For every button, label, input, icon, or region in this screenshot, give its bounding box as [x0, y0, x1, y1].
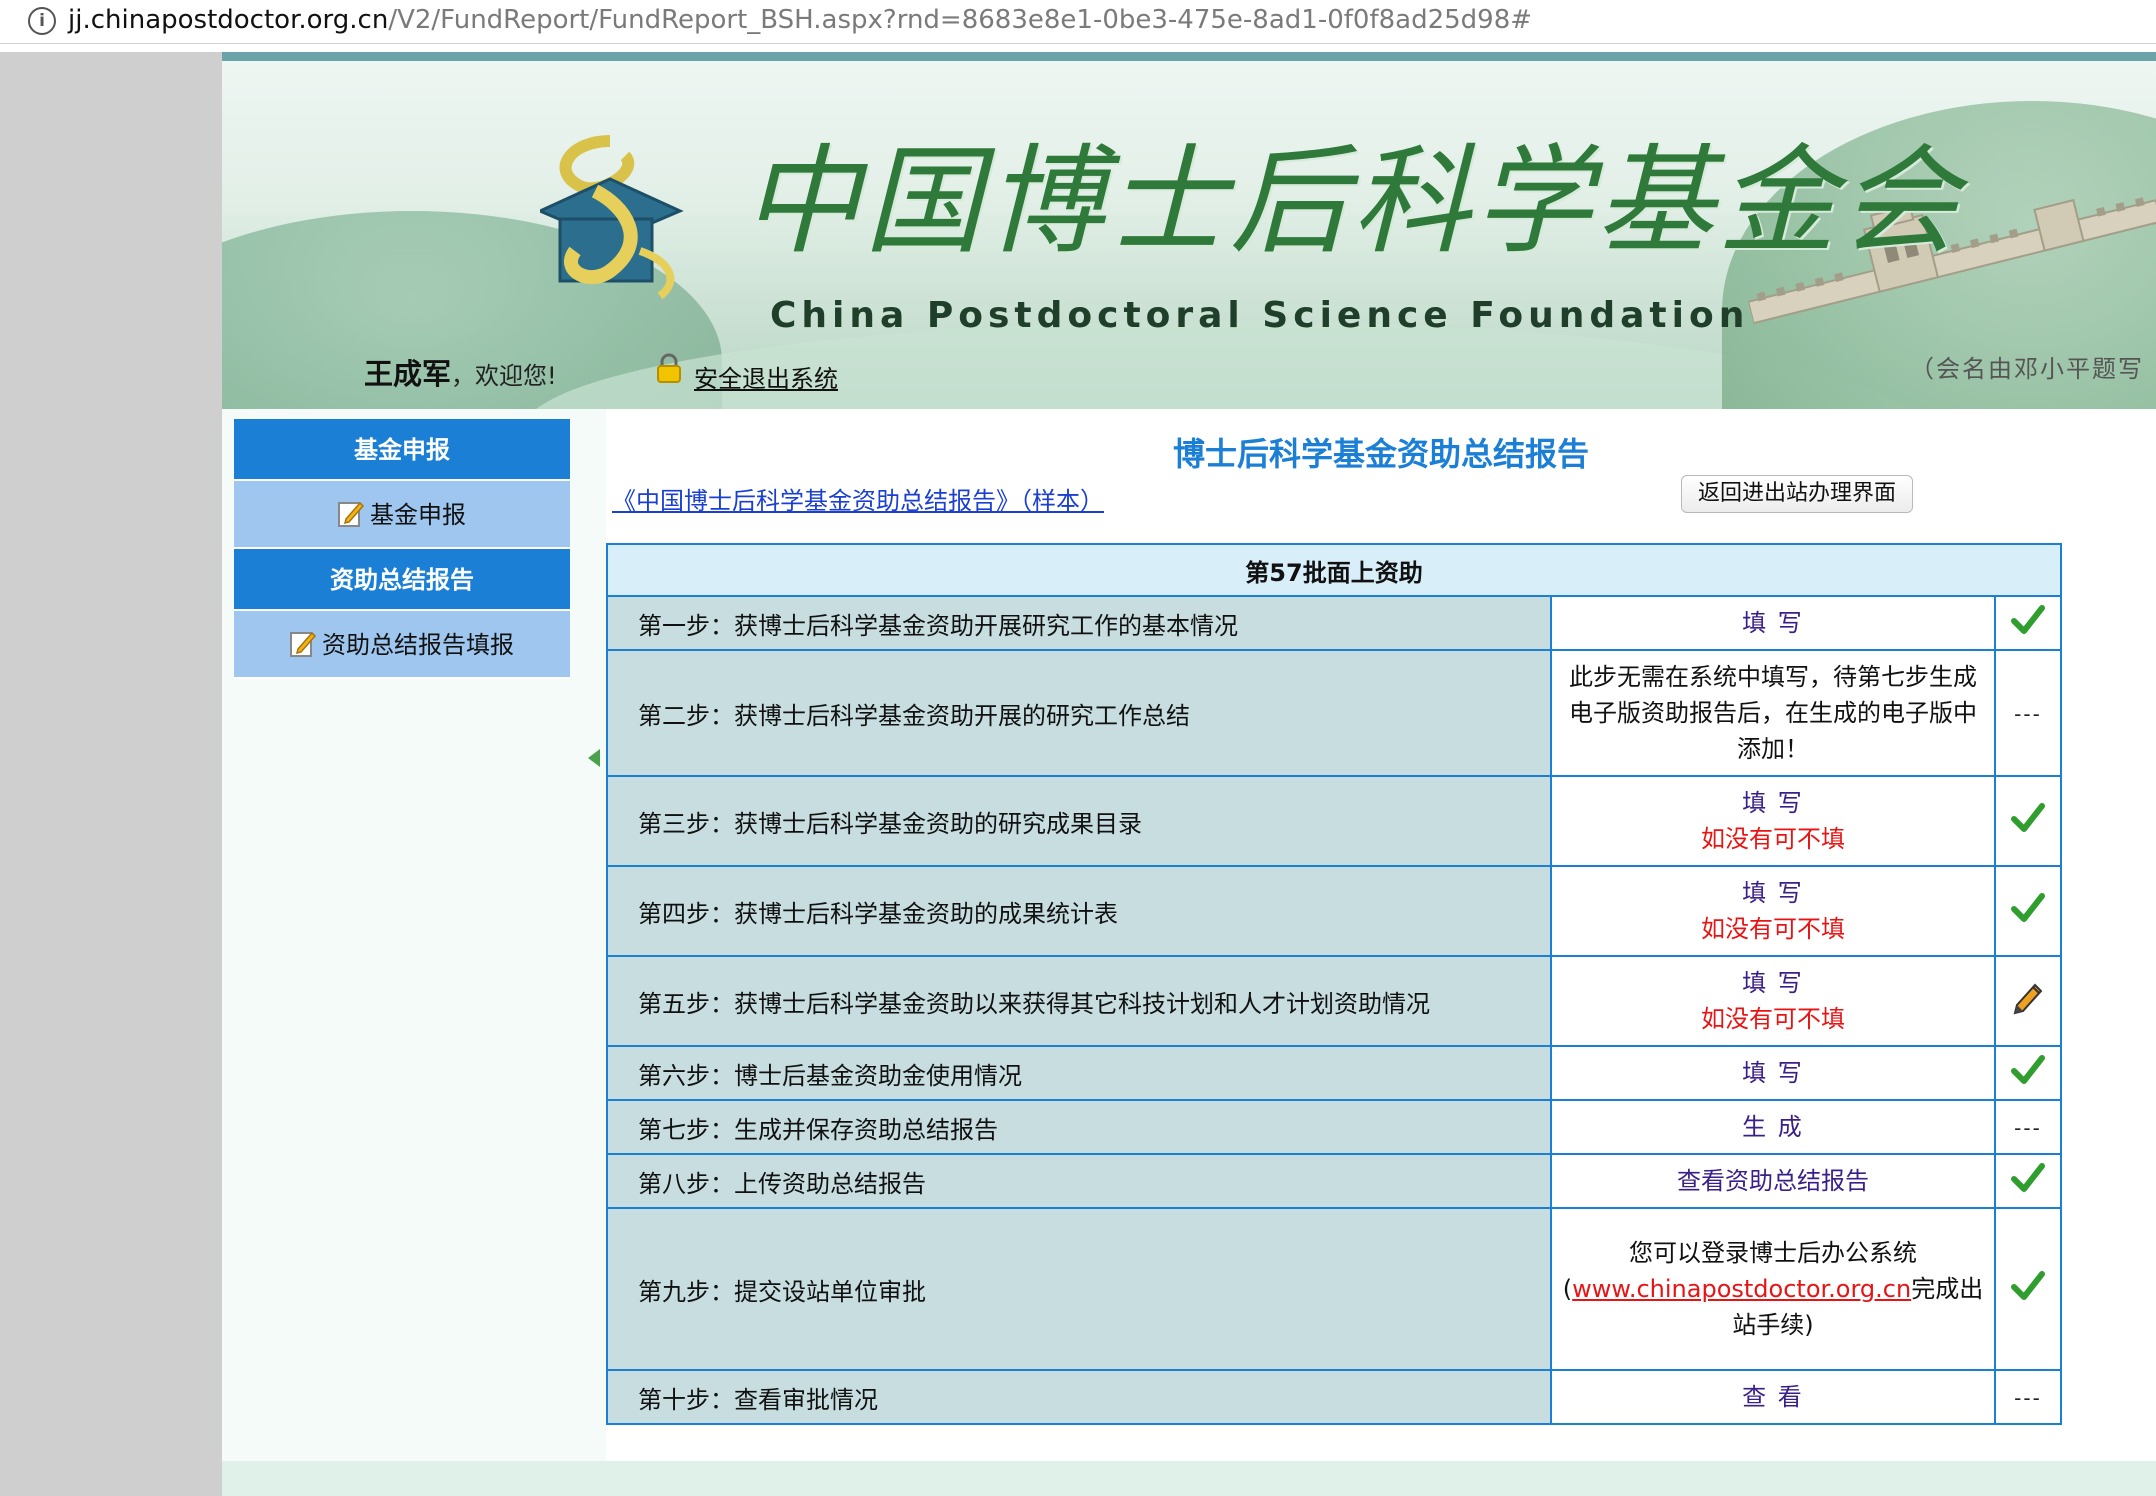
- welcome-text: ，欢迎您!: [451, 362, 557, 390]
- check-icon: [2011, 605, 2045, 634]
- step-description: 第四步：获博士后科学基金资助的成果统计表: [606, 865, 1552, 957]
- fill-link[interactable]: 填 写: [1742, 879, 1804, 907]
- table-row: 第二步：获博士后科学基金资助开展的研究工作总结 此步无需在系统中填写，待第七步生…: [606, 649, 2063, 777]
- user-name: 王成军: [364, 357, 452, 391]
- status-cell: ---: [1993, 1369, 2063, 1425]
- table-header-row: 第57批面上资助: [605, 543, 2063, 597]
- sidebar-collapse-icon[interactable]: [588, 749, 600, 767]
- check-icon: [2011, 1271, 2045, 1300]
- step-description: 第八步：上传资助总结报告: [606, 1153, 1552, 1209]
- sidebar-header-fund-application[interactable]: 基金申报: [234, 419, 570, 481]
- optional-note: 如没有可不填: [1701, 825, 1845, 853]
- welcome-message: 王成军，欢迎您!: [364, 351, 557, 393]
- footer-bar: [222, 1461, 2156, 1496]
- status-cell: ---: [1993, 1099, 2063, 1155]
- status-dash: ---: [2014, 1116, 2042, 1140]
- main-content: 博士后科学基金资助总结报告 《中国博士后科学基金资助总结报告》（样本） 返回进出…: [605, 409, 2156, 1461]
- status-cell: [1993, 955, 2063, 1047]
- sidebar-item-label: 资助总结报告填报: [322, 631, 514, 659]
- sidebar-item-summary-report-fill[interactable]: 资助总结报告填报: [234, 611, 570, 679]
- banner-title-chinese: 中国博士后科学基金会: [742, 132, 1963, 270]
- table-row: 第五步：获博士后科学基金资助以来获得其它科技计划和人才计划资助情况 填 写如没有…: [606, 955, 2063, 1047]
- page-top-strip: [0, 52, 2156, 61]
- postdoc-office-link[interactable]: www.chinapostdoctor.org.cn: [1572, 1275, 1911, 1303]
- edit-note-icon: [290, 631, 316, 657]
- steps-table: 第57批面上资助 第一步：获博士后科学基金资助开展研究工作的基本情况 填 写 第…: [605, 543, 2063, 1425]
- sidebar-header-summary-report[interactable]: 资助总结报告: [234, 549, 570, 611]
- banner-title-english: China Postdoctoral Science Foundation: [770, 295, 1750, 336]
- status-cell: ---: [1993, 649, 2063, 777]
- sample-report-link[interactable]: 《中国博士后科学基金资助总结报告》（样本）: [612, 481, 1104, 516]
- step-description: 第九步：提交设站单位审批: [606, 1207, 1552, 1371]
- step-description: 第十步：查看审批情况: [606, 1369, 1552, 1425]
- fill-link[interactable]: 填 写: [1742, 1059, 1804, 1087]
- sidebar-item-fund-application[interactable]: 基金申报: [234, 481, 570, 549]
- optional-note: 如没有可不填: [1701, 1005, 1845, 1033]
- status-cell: [1993, 595, 2063, 651]
- generate-link[interactable]: 生 成: [1742, 1113, 1804, 1141]
- step-note-paren: (: [1562, 1275, 1573, 1303]
- sidebar-item-label: 基金申报: [370, 501, 466, 529]
- view-report-link[interactable]: 查看资助总结报告: [1677, 1167, 1869, 1195]
- status-cell: [1993, 1207, 2063, 1371]
- check-icon: [2011, 1055, 2045, 1084]
- status-dash: ---: [2014, 702, 2042, 726]
- edit-note-icon: [338, 501, 364, 527]
- step-description: 第一步：获博士后科学基金资助开展研究工作的基本情况: [606, 595, 1552, 651]
- url-host: jj.chinapostdoctor.org.cn: [68, 5, 389, 35]
- logout-link[interactable]: 安全退出系统: [694, 359, 838, 394]
- step-description: 第七步：生成并保存资助总结报告: [606, 1099, 1552, 1155]
- status-dash: ---: [2014, 1386, 2042, 1410]
- step-note: 您可以登录博士后办公系统: [1629, 1239, 1917, 1267]
- step-note: 此步无需在系统中填写，待第七步生成电子版资助报告后，在生成的电子版中添加！: [1550, 649, 1996, 777]
- table-row: 第十步：查看审批情况 查 看 ---: [606, 1369, 2063, 1425]
- table-row: 第七步：生成并保存资助总结报告 生 成 ---: [606, 1099, 2063, 1155]
- status-cell: [1993, 775, 2063, 867]
- sidebar: 基金申报 基金申报 资助总结报告 资助总结报告填报: [234, 419, 570, 679]
- page-title: 博士后科学基金资助总结报告: [1172, 435, 1589, 473]
- status-cell: [1993, 1045, 2063, 1101]
- status-cell: [1993, 1153, 2063, 1209]
- check-icon: [2011, 893, 2045, 922]
- step-description: 第三步：获博士后科学基金资助的研究成果目录: [606, 775, 1552, 867]
- table-row: 第一步：获博士后科学基金资助开展研究工作的基本情况 填 写: [606, 595, 2063, 651]
- url-text[interactable]: jj.chinapostdoctor.org.cn/V2/FundReport/…: [68, 5, 1532, 35]
- step-description: 第五步：获博士后科学基金资助以来获得其它科技计划和人才计划资助情况: [606, 955, 1552, 1047]
- check-icon: [2011, 1163, 2045, 1192]
- optional-note: 如没有可不填: [1701, 915, 1845, 943]
- address-bar[interactable]: i jj.chinapostdoctor.org.cn/V2/FundRepor…: [0, 0, 2156, 44]
- foundation-logo-icon: [540, 135, 684, 300]
- status-cell: [1993, 865, 2063, 957]
- step-description: 第六步：博士后基金资助金使用情况: [606, 1045, 1552, 1101]
- banner-calligraphy-note: （会名由邓小平题写: [1910, 355, 2144, 383]
- table-row: 第八步：上传资助总结报告 查看资助总结报告: [606, 1153, 2063, 1209]
- url-path: /V2/FundReport/FundReport_BSH.aspx?rnd=8…: [388, 5, 1533, 35]
- fill-link[interactable]: 填 写: [1742, 969, 1804, 997]
- table-row: 第四步：获博士后科学基金资助的成果统计表 填 写如没有可不填: [606, 865, 2063, 957]
- pencil-icon: [2013, 983, 2043, 1015]
- left-margin: [0, 52, 222, 1496]
- lock-icon: [657, 353, 681, 383]
- page: 中国博士后科学基金会 China Postdoctoral Science Fo…: [222, 61, 2156, 1496]
- fill-link[interactable]: 填 写: [1742, 609, 1804, 637]
- check-icon: [2011, 803, 2045, 832]
- table-row: 第六步：博士后基金资助金使用情况 填 写: [606, 1045, 2063, 1101]
- batch-header: 第57批面上资助: [605, 543, 2063, 597]
- table-row: 第三步：获博士后科学基金资助的研究成果目录 填 写如没有可不填: [606, 775, 2063, 867]
- banner: 中国博士后科学基金会 China Postdoctoral Science Fo…: [222, 61, 2156, 409]
- step-description: 第二步：获博士后科学基金资助开展的研究工作总结: [606, 649, 1552, 777]
- back-to-station-button[interactable]: 返回进出站办理界面: [1681, 475, 1913, 513]
- table-row: 第九步：提交设站单位审批 您可以登录博士后办公系统 (www.chinapostd…: [606, 1207, 2063, 1371]
- info-icon[interactable]: i: [28, 7, 56, 35]
- view-link[interactable]: 查 看: [1742, 1383, 1804, 1411]
- fill-link[interactable]: 填 写: [1742, 789, 1804, 817]
